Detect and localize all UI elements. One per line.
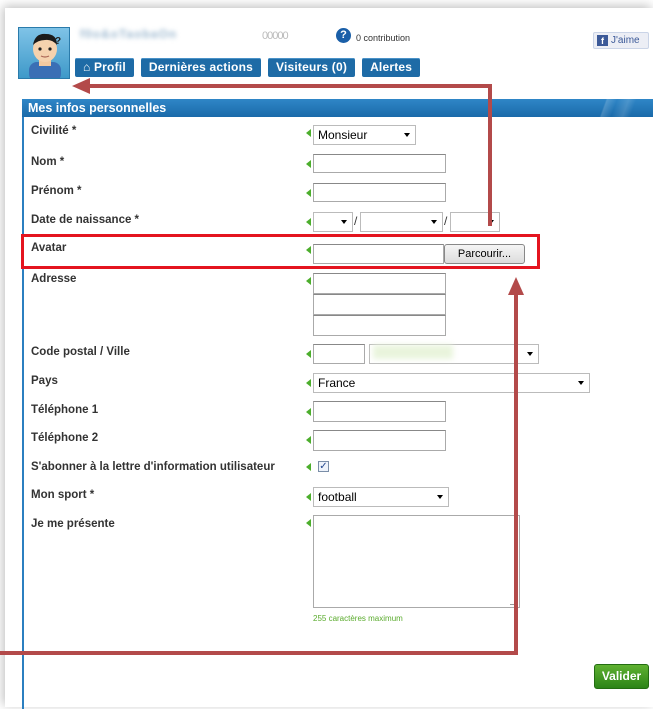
adresse-line2-input[interactable] xyxy=(313,294,446,315)
telephone2-label: Téléphone 2 xyxy=(31,432,99,444)
marker-icon xyxy=(306,436,311,444)
contribution-count[interactable]: 0 contribution xyxy=(356,33,410,43)
date-separator: / xyxy=(444,214,448,228)
ville-blurred-value xyxy=(373,345,453,359)
nom-label: Nom * xyxy=(31,156,65,168)
tab-dernieres-actions[interactable]: Dernières actions xyxy=(140,58,261,77)
presentation-label: Je me présente xyxy=(31,518,115,530)
date-naissance-label: Date de naissance * xyxy=(31,214,140,226)
marker-icon xyxy=(306,379,311,387)
civilite-label: Civilité * xyxy=(31,125,77,137)
user-avatar[interactable]: ? xyxy=(18,27,70,79)
facebook-like-button[interactable]: f J'aime xyxy=(593,32,649,49)
character-limit-hint: 255 caractères maximum xyxy=(313,614,403,623)
rating-stars: 00000 xyxy=(262,30,289,42)
chevron-down-icon xyxy=(527,352,533,356)
sport-value: football xyxy=(318,490,357,504)
chevron-down-icon xyxy=(404,133,410,137)
marker-icon xyxy=(306,189,311,197)
newsletter-checkbox[interactable]: ✓ xyxy=(318,461,329,472)
help-icon[interactable]: ? xyxy=(336,28,351,43)
birth-year-select[interactable] xyxy=(450,212,500,232)
pays-select[interactable]: France xyxy=(313,373,590,393)
adresse-line3-input[interactable] xyxy=(313,315,446,336)
tab-alertes[interactable]: Alertes xyxy=(362,58,421,77)
marker-icon xyxy=(306,350,311,358)
marker-icon xyxy=(306,519,311,527)
date-separator: / xyxy=(354,214,358,228)
sport-label: Mon sport * xyxy=(31,489,95,501)
tab-visiteurs[interactable]: Visiteurs (0) xyxy=(267,58,356,77)
chevron-down-icon xyxy=(437,495,443,499)
presentation-textarea[interactable] xyxy=(313,515,520,608)
prenom-input[interactable] xyxy=(313,183,446,202)
chevron-down-icon xyxy=(341,220,347,224)
tab-profil[interactable]: ⌂ Profil xyxy=(75,58,134,77)
chevron-down-icon xyxy=(431,220,437,224)
annotation-arrow-head-icon xyxy=(72,78,90,94)
birth-month-select[interactable] xyxy=(360,212,443,232)
annotation-arrow-line xyxy=(514,292,518,655)
marker-icon xyxy=(306,408,311,416)
newsletter-label: S'abonner à la lettre d'information util… xyxy=(31,461,275,473)
civilite-select[interactable]: Monsieur xyxy=(313,125,416,145)
adresse-label: Adresse xyxy=(31,273,77,285)
marker-icon xyxy=(306,129,311,137)
code-postal-input[interactable] xyxy=(313,344,365,364)
marker-icon xyxy=(306,218,311,226)
pays-label: Pays xyxy=(31,375,58,387)
code-postal-label: Code postal / Ville xyxy=(31,346,130,358)
annotation-arrow-line xyxy=(88,84,492,88)
pays-value: France xyxy=(318,376,356,390)
prenom-label: Prénom * xyxy=(31,185,82,197)
annotation-arrow-line xyxy=(0,651,518,655)
profile-tabs: ⌂ Profil Dernières actions Visiteurs (0)… xyxy=(75,58,421,77)
submit-button[interactable]: Valider xyxy=(594,664,649,689)
like-label: J'aime xyxy=(611,35,640,46)
chevron-down-icon xyxy=(578,381,584,385)
telephone1-label: Téléphone 1 xyxy=(31,404,99,416)
telephone1-input[interactable] xyxy=(313,401,446,422)
username[interactable]: f0o&oTaobaOn xyxy=(80,27,260,43)
marker-icon xyxy=(306,493,311,501)
birth-day-select[interactable] xyxy=(313,212,353,232)
annotation-arrow-line xyxy=(488,84,492,226)
facebook-icon: f xyxy=(597,35,608,46)
adresse-line1-input[interactable] xyxy=(313,273,446,294)
sport-select[interactable]: football xyxy=(313,487,449,507)
panel-title: Mes infos personnelles xyxy=(22,99,653,117)
avatar-icon: ? xyxy=(29,33,61,78)
avatar-highlight-box xyxy=(21,234,540,269)
marker-icon xyxy=(306,463,311,471)
civilite-value: Monsieur xyxy=(318,128,368,142)
telephone2-input[interactable] xyxy=(313,430,446,451)
nom-input[interactable] xyxy=(313,154,446,173)
svg-text:?: ? xyxy=(55,36,61,47)
marker-icon xyxy=(306,160,311,168)
marker-icon xyxy=(306,277,311,285)
annotation-arrow-head-icon xyxy=(508,277,524,295)
